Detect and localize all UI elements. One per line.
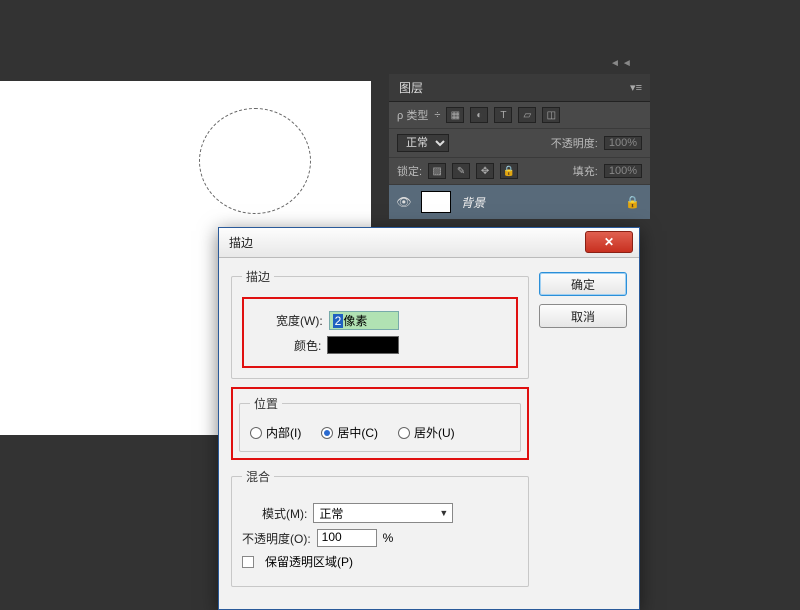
close-button[interactable]: ✕ <box>585 231 633 253</box>
radio-center[interactable]: 居中(C) <box>321 424 378 441</box>
opacity-value[interactable]: 100% <box>604 136 642 150</box>
blend-group: 混合 模式(M): 正常 不透明度(O): 100 % 保留透明区域(P <box>231 468 529 587</box>
lock-paint-icon[interactable]: ✎ <box>452 163 470 179</box>
width-value: 2 <box>333 314 344 328</box>
dlg-opacity-value: 100 <box>322 530 342 544</box>
filter-kind-label: ρ 类型 <box>397 107 428 123</box>
filter-dropdown-icon[interactable]: ÷ <box>434 109 440 121</box>
stroke-group: 描边 宽度(W): 2 像素 颜色: <box>231 268 529 379</box>
radio-icon <box>398 427 410 439</box>
location-legend: 位置 <box>250 395 282 412</box>
filter-type-icon[interactable]: T <box>494 107 512 123</box>
dialog-titlebar[interactable]: 描边 ✕ <box>219 228 639 258</box>
mode-select[interactable]: 正常 <box>313 503 453 523</box>
width-input[interactable]: 2 像素 <box>329 311 399 330</box>
preserve-label: 保留透明区域(P) <box>265 553 353 570</box>
radio-outside-label: 居外(U) <box>414 424 455 441</box>
location-highlight-box: 位置 内部(I) 居中(C) 居外(U) <box>231 387 529 460</box>
layers-title-text: 图层 <box>399 81 423 95</box>
dlg-opacity-input[interactable]: 100 <box>317 529 377 547</box>
filter-adjust-icon[interactable]: ◐ <box>470 107 488 123</box>
lock-all-icon[interactable]: 🔒 <box>500 163 518 179</box>
color-swatch[interactable] <box>327 336 399 354</box>
blend-mode-select[interactable]: 正常 <box>397 134 449 152</box>
width-label: 宽度(W): <box>276 312 323 329</box>
blend-opacity-row: 正常 不透明度: 100% <box>389 129 650 158</box>
dlg-opacity-label: 不透明度(O): <box>242 530 311 547</box>
radio-outside[interactable]: 居外(U) <box>398 424 455 441</box>
layer-lock-icon[interactable]: 🔒 <box>625 195 640 209</box>
ok-button[interactable]: 确定 <box>539 272 627 296</box>
mode-value: 正常 <box>319 505 343 522</box>
cancel-button[interactable]: 取消 <box>539 304 627 328</box>
stroke-dialog: 描边 ✕ 描边 宽度(W): 2 像素 颜色: <box>218 227 640 610</box>
mode-label: 模式(M): <box>262 505 307 522</box>
layers-panel-title: 图层 ▾≡ <box>389 74 650 102</box>
selection-marquee <box>199 108 311 214</box>
lock-label: 锁定: <box>397 163 422 179</box>
filter-shape-icon[interactable]: ▱ <box>518 107 536 123</box>
radio-inside[interactable]: 内部(I) <box>250 424 301 441</box>
panel-menu-icon[interactable]: ▾≡ <box>630 81 642 94</box>
layer-thumbnail[interactable] <box>421 191 451 213</box>
layer-name-text: 背景 <box>461 194 485 211</box>
close-icon: ✕ <box>604 235 614 249</box>
location-group: 位置 内部(I) 居中(C) 居外(U) <box>239 395 521 452</box>
color-label: 颜色: <box>294 337 321 354</box>
preserve-checkbox[interactable] <box>242 556 254 568</box>
stroke-legend: 描边 <box>242 268 274 285</box>
cancel-label: 取消 <box>571 308 595 325</box>
radio-inside-label: 内部(I) <box>266 424 301 441</box>
lock-position-icon[interactable]: ✥ <box>476 163 494 179</box>
dialog-title: 描边 <box>229 234 253 251</box>
lock-transparent-icon[interactable]: ▨ <box>428 163 446 179</box>
visibility-eye-icon[interactable]: 👁 <box>397 195 411 209</box>
width-unit: 像素 <box>343 312 367 329</box>
layer-filter-row: ρ 类型 ÷ ▦ ◐ T ▱ ◫ <box>389 102 650 129</box>
ok-label: 确定 <box>571 276 595 293</box>
layer-row-background[interactable]: 👁 背景 🔒 <box>389 185 650 219</box>
lock-fill-row: 锁定: ▨ ✎ ✥ 🔒 填充: 100% <box>389 158 650 185</box>
blend-legend: 混合 <box>242 468 274 485</box>
filter-smart-icon[interactable]: ◫ <box>542 107 560 123</box>
opacity-label: 不透明度: <box>551 135 598 151</box>
radio-icon <box>250 427 262 439</box>
radio-icon <box>321 427 333 439</box>
radio-center-label: 居中(C) <box>337 424 378 441</box>
opacity-pct: % <box>383 531 394 545</box>
stroke-highlight-box: 宽度(W): 2 像素 颜色: <box>242 297 518 368</box>
panel-collapse-icon[interactable]: ◄◄ <box>610 58 634 69</box>
fill-label: 填充: <box>573 163 598 179</box>
layers-panel: 图层 ▾≡ ρ 类型 ÷ ▦ ◐ T ▱ ◫ 正常 不透明度: 100% 锁定:… <box>389 74 650 219</box>
filter-pixel-icon[interactable]: ▦ <box>446 107 464 123</box>
fill-value[interactable]: 100% <box>604 164 642 178</box>
